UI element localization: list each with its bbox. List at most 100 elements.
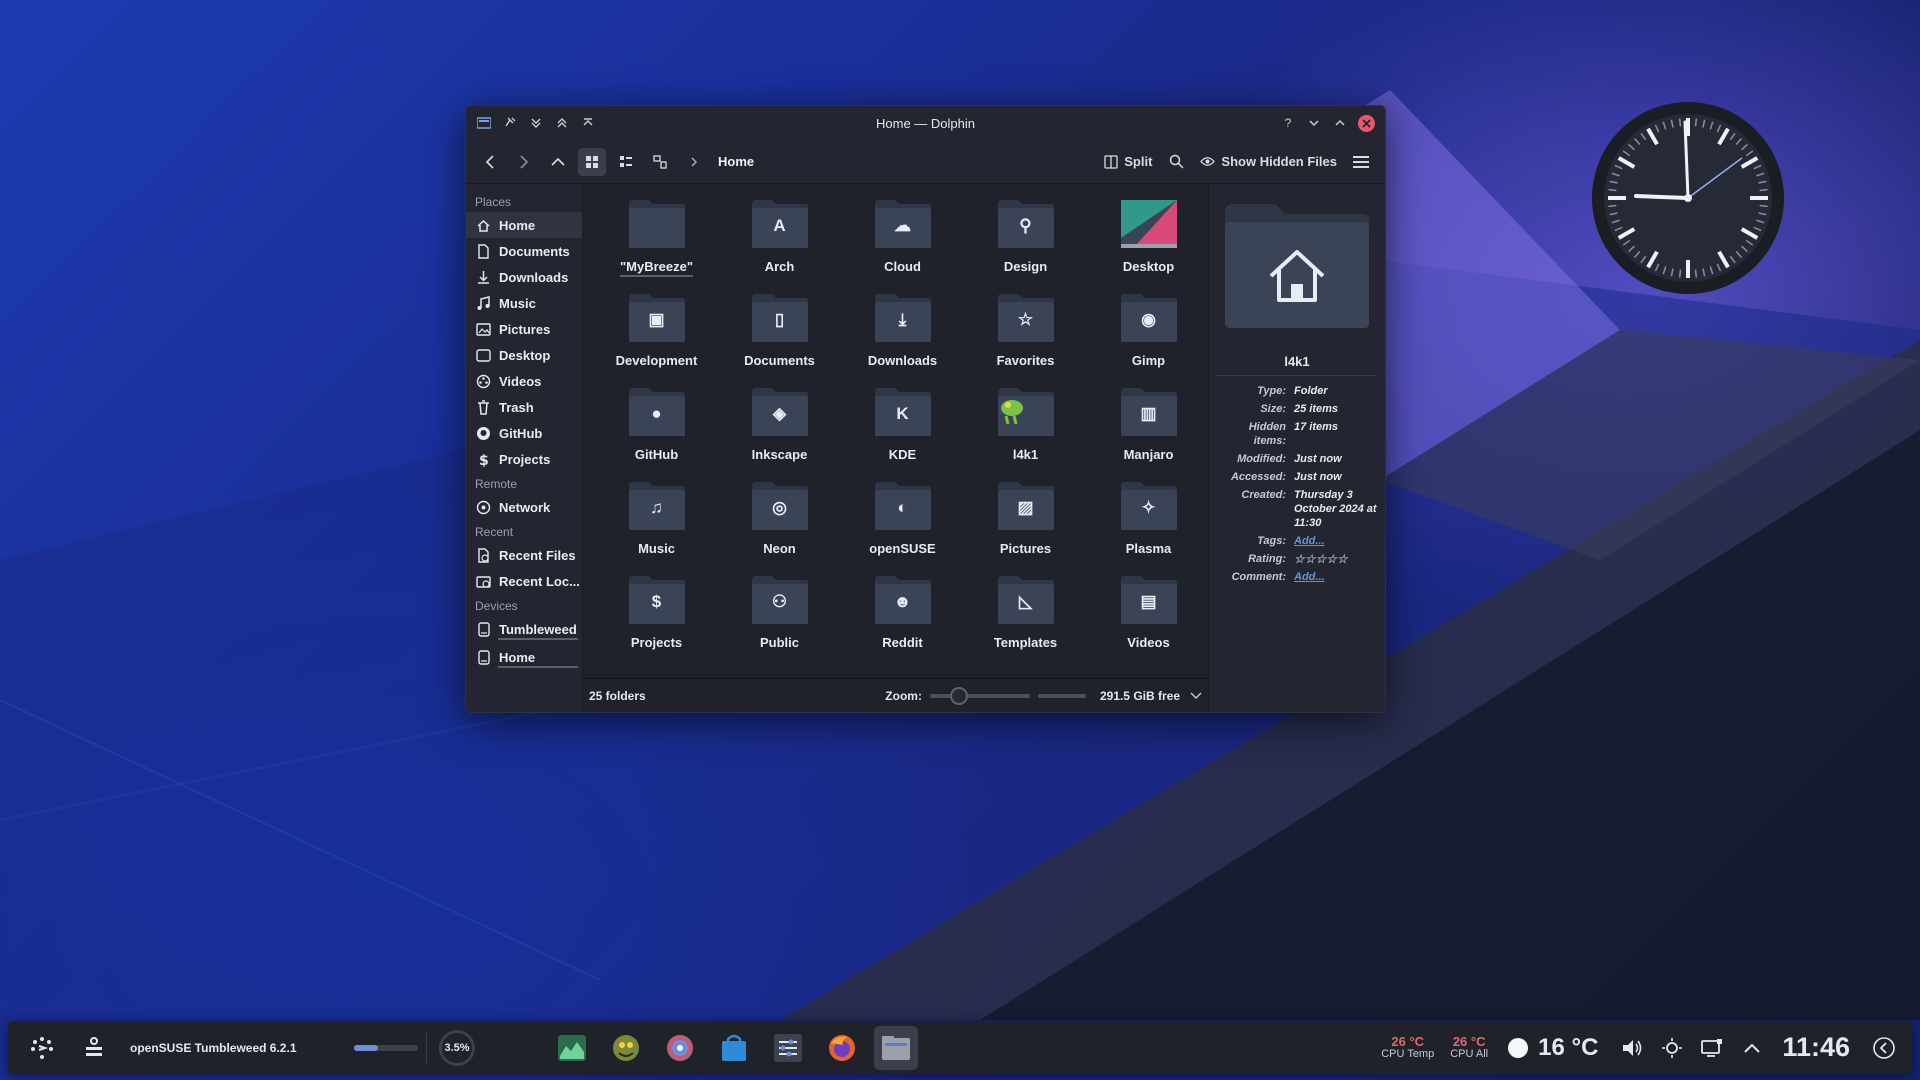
system-tray-expand-icon[interactable] [1732, 1028, 1772, 1068]
folder-item[interactable]: l4k1 [964, 382, 1087, 476]
property-value: 17 items [1294, 421, 1339, 433]
sidebar-item-projects[interactable]: $ Projects [466, 446, 582, 472]
folder-item[interactable]: ▨ Pictures [964, 476, 1087, 570]
sidebar-item-videos[interactable]: Videos [466, 368, 582, 394]
sidebar-item-downloads[interactable]: Downloads [466, 264, 582, 290]
folder-item[interactable]: ☆ Favorites [964, 288, 1087, 382]
shade-icon[interactable] [580, 115, 596, 131]
firefox-app[interactable] [820, 1026, 864, 1070]
close-button[interactable] [1358, 114, 1375, 132]
sidebar-item-pictures[interactable]: Pictures [466, 316, 582, 342]
weather-widget[interactable]: 16 °C [1506, 1034, 1598, 1062]
property-row: Modified: Just now [1217, 452, 1377, 466]
sidebar-item-documents[interactable]: Documents [466, 238, 582, 264]
folder-item[interactable]: "MyBreeze" [595, 194, 718, 288]
cpu-all-sensor[interactable]: 26 °C CPU All [1450, 1035, 1488, 1061]
application-launcher-icon[interactable] [22, 1028, 62, 1068]
folder-item[interactable]: ● GitHub [595, 382, 718, 476]
folder-item[interactable]: ⤓ Downloads [841, 288, 964, 382]
details-view-button[interactable] [646, 148, 674, 176]
folder-item[interactable]: ☁ Cloud [841, 194, 964, 288]
eye-icon [1200, 157, 1216, 166]
app-menu-icon[interactable] [476, 115, 492, 131]
folder-item[interactable]: $ Projects [595, 570, 718, 664]
titlebar[interactable]: Home — Dolphin ? [466, 106, 1385, 140]
rating-stars[interactable]: ☆☆☆☆☆ [1294, 552, 1377, 566]
hour-hand [1634, 194, 1690, 200]
folder-item[interactable]: ▯ Documents [718, 288, 841, 382]
folder-item[interactable]: ◎ Neon [718, 476, 841, 570]
show-hidden-button[interactable]: Show Hidden Files [1196, 148, 1341, 176]
settings-app[interactable] [766, 1026, 810, 1070]
brightness-icon[interactable] [1652, 1028, 1692, 1068]
folder-item[interactable]: ⚇ Public [718, 570, 841, 664]
system-monitor-app[interactable] [550, 1026, 594, 1070]
keep-above-icon[interactable] [554, 115, 570, 131]
folder-item[interactable]: ◉ Gimp [1087, 288, 1210, 382]
add-link[interactable]: Add... [1294, 535, 1325, 547]
icons-view-button[interactable] [578, 147, 606, 176]
sidebar-item-desktop[interactable]: Desktop [466, 342, 582, 368]
sidebar-item-label: Recent Files [499, 547, 576, 563]
sidebar-item-recent-loc[interactable]: Recent Loc... [466, 568, 582, 594]
discover-app[interactable] [712, 1026, 756, 1070]
zoom-slider-handle[interactable] [949, 686, 968, 705]
chevron-down-icon[interactable] [1190, 692, 1202, 700]
keep-below-icon[interactable] [528, 115, 544, 131]
sidebar-item-label: Downloads [499, 269, 569, 285]
sidebar-item-trash[interactable]: Trash [466, 394, 582, 420]
selected-item-name: l4k1 [1217, 354, 1377, 376]
folder-item[interactable]: ▣ Development [595, 288, 718, 382]
zoom-slider[interactable] [929, 686, 1030, 705]
public-folder-icon: ⚇ [750, 574, 810, 626]
back-button[interactable] [476, 148, 504, 176]
github-icon [476, 426, 491, 441]
dolphin-app[interactable] [874, 1025, 918, 1070]
folder-item[interactable]: ✧ Plasma [1087, 476, 1210, 570]
sidebar-item-label: GitHub [499, 425, 543, 441]
panel: openSUSE Tumbleweed 6.2.1 3.5% 26 °C CPU … [8, 1021, 1912, 1074]
folder-item[interactable]: ◺ Templates [964, 570, 1087, 664]
sidebar-item-github[interactable]: GitHub [466, 420, 582, 446]
cpu-usage-indicator[interactable]: 3.5% [439, 1029, 475, 1066]
folder-item[interactable]: A Arch [718, 194, 841, 288]
sidebar-item-home[interactable]: Home [466, 212, 582, 238]
folder-item[interactable]: ♫ Music [595, 476, 718, 570]
sidebar-item-music[interactable]: Music [466, 290, 582, 316]
cpu-temp-sensor[interactable]: 26 °C CPU Temp [1381, 1035, 1434, 1061]
forward-button[interactable] [510, 148, 538, 176]
folder-item[interactable]: ▤ Videos [1087, 570, 1210, 664]
peek-desktop-icon[interactable] [1864, 1028, 1904, 1068]
folder-item[interactable]: Desktop [1087, 194, 1210, 288]
gecko-app[interactable] [604, 1026, 648, 1070]
folder-item[interactable]: K KDE [841, 382, 964, 476]
pin-icon[interactable] [502, 115, 518, 131]
split-button[interactable]: Split [1100, 148, 1156, 176]
folder-item[interactable]: ◐ openSUSE [841, 476, 964, 570]
folder-item[interactable]: ⚲ Design [964, 194, 1087, 288]
up-icon [551, 157, 565, 166]
maximize-icon[interactable] [1332, 115, 1348, 131]
sidebar-item-network[interactable]: Network [466, 494, 582, 520]
help-icon[interactable]: ? [1280, 115, 1296, 131]
folder-item[interactable]: ◈ Inkscape [718, 382, 841, 476]
add-link[interactable]: Add... [1294, 571, 1325, 583]
sidebar-item-recent-files[interactable]: Recent Files [466, 542, 582, 568]
ksnip-app[interactable] [658, 1026, 702, 1070]
volume-icon[interactable] [1612, 1028, 1652, 1068]
search-button[interactable] [1162, 148, 1190, 176]
folder-item[interactable]: ☻ Reddit [841, 570, 964, 664]
breadcrumb-home[interactable]: Home [718, 154, 754, 169]
hamburger-menu-button[interactable] [1347, 148, 1375, 176]
minimize-icon[interactable] [1306, 115, 1322, 131]
up-button[interactable] [544, 148, 572, 176]
compact-view-button[interactable] [612, 148, 640, 176]
file-view[interactable]: "MyBreeze" A Arch ☁ Cloud ⚲ Design Desktop ▣ Deve… [583, 184, 1208, 712]
network-status-icon[interactable] [1692, 1028, 1732, 1068]
folder-item[interactable]: ▥ Manjaro [1087, 382, 1210, 476]
picture-icon [476, 322, 491, 337]
free-space-label[interactable]: 291.5 GiB free [1100, 689, 1180, 703]
opensuse-menu-icon[interactable] [74, 1028, 114, 1068]
digital-clock[interactable]: 11:46 [1782, 1032, 1850, 1063]
analog-clock-widget[interactable] [1590, 100, 1786, 296]
